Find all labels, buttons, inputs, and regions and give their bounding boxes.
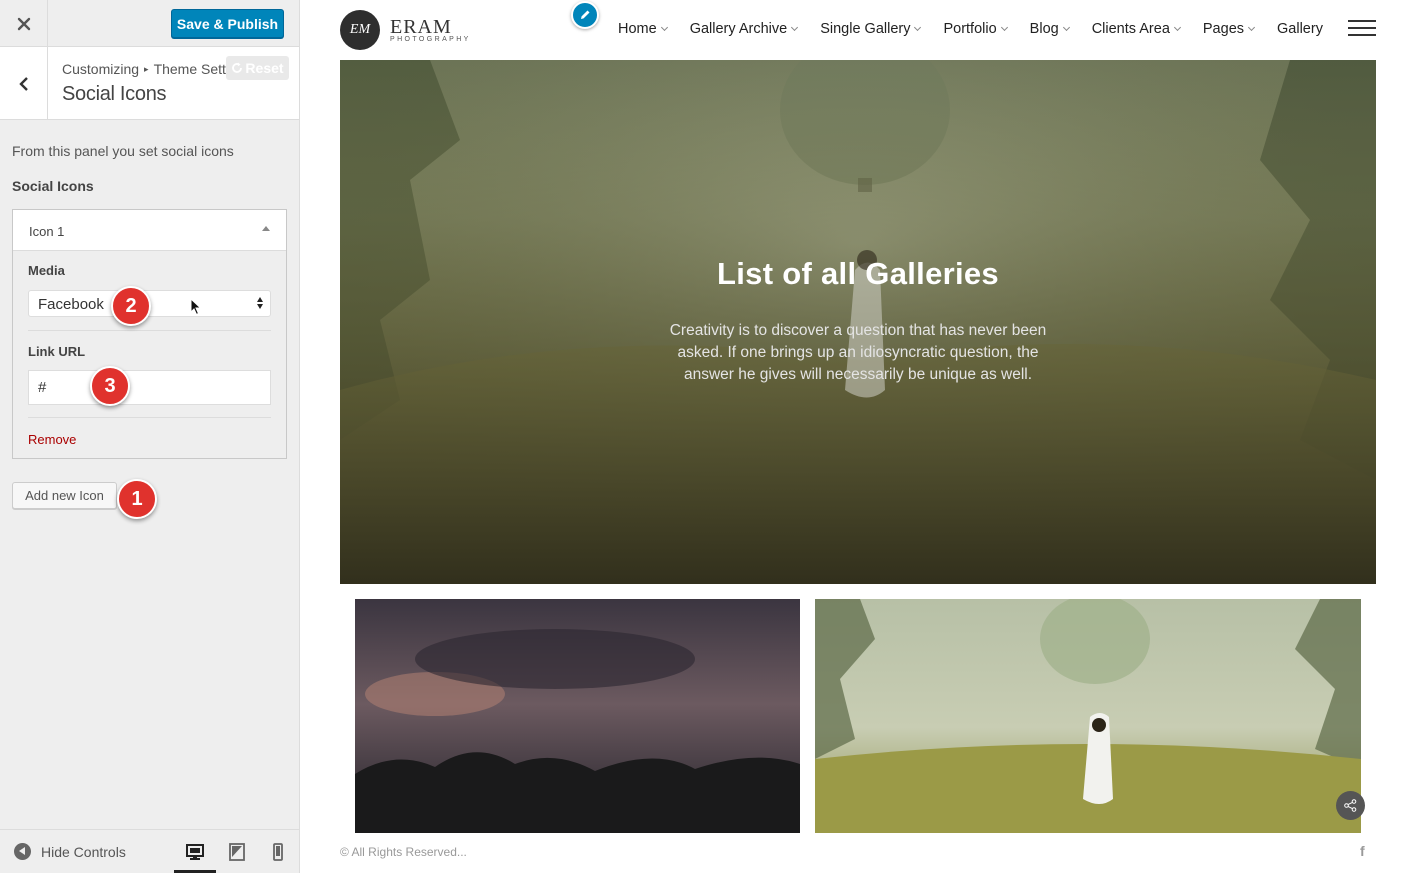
divider [28, 330, 271, 331]
add-new-icon-button[interactable]: Add new Icon [12, 482, 117, 509]
nav-label: Pages [1202, 21, 1245, 37]
remove-link[interactable]: Remove [28, 432, 76, 447]
annotation-badge-3: 3 [90, 366, 130, 406]
nav-item-home[interactable]: Home [618, 21, 668, 37]
nav-label: Clients Area [1091, 21, 1170, 37]
main-nav: Home Gallery Archive Single Gallery Port… [618, 21, 1346, 37]
gallery-thumbnail[interactable] [815, 599, 1361, 833]
edit-pencil-icon[interactable] [571, 1, 599, 29]
facebook-icon[interactable]: f [1360, 843, 1365, 859]
hamburger-menu-icon[interactable] [1348, 20, 1376, 37]
link-url-input[interactable] [28, 370, 271, 405]
site-preview: EM ERAM PHOTOGRAPHY Home Gallery Archive… [300, 0, 1416, 873]
breadcrumb: Customizing ▸ Theme Settings [62, 61, 252, 77]
nav-label: Single Gallery [820, 21, 911, 37]
select-arrows-icon [257, 296, 264, 311]
nav-label: Gallery [1277, 21, 1323, 37]
hero-description: Creativity is to discover a question tha… [669, 322, 1047, 383]
chevron-down-icon [660, 23, 668, 32]
nav-item-gallery[interactable]: Gallery [1277, 21, 1323, 37]
panel-heading: Social Icons [12, 178, 94, 194]
breadcrumb-separator: ▸ [144, 64, 149, 74]
reset-label: Reset [245, 60, 284, 76]
nav-item-clients-area[interactable]: Clients Area [1091, 21, 1181, 37]
annotation-badge-2: 2 [111, 286, 151, 326]
hero-banner: List of all Galleries Creativity is to d… [340, 60, 1376, 584]
chevron-down-icon [914, 23, 922, 32]
media-select-value: Facebook [38, 296, 104, 313]
nav-label: Blog [1029, 21, 1059, 37]
divider [28, 417, 271, 418]
section-title: Social Icons [62, 83, 167, 105]
collapse-arrow-icon [14, 843, 31, 860]
site-logo[interactable]: EM ERAM PHOTOGRAPHY [340, 10, 471, 50]
panel-description: From this panel you set social icons [12, 143, 234, 159]
section-header: Customizing ▸ Theme Settings Social Icons … [0, 47, 299, 120]
customizer-header-bar: Save & Publish [0, 0, 299, 47]
repeater-item-header[interactable]: Icon 1 [13, 210, 286, 251]
hide-controls-label: Hide Controls [41, 843, 126, 860]
footer-copyright: © All Rights Reserved... [340, 845, 467, 859]
logo-monogram: EM [340, 10, 380, 50]
logo-tagline: PHOTOGRAPHY [390, 35, 471, 43]
foggy-field-image [815, 599, 1361, 833]
chevron-down-icon [791, 23, 799, 32]
reset-button[interactable]: Reset [226, 56, 289, 80]
chevron-down-icon [1247, 23, 1256, 32]
reset-icon [232, 62, 243, 73]
nav-item-pages[interactable]: Pages [1202, 21, 1256, 37]
logo-name: ERAM [390, 15, 452, 38]
link-url-label: Link URL [28, 344, 86, 359]
nav-item-blog[interactable]: Blog [1029, 21, 1070, 37]
gallery-thumbnail[interactable] [355, 599, 800, 833]
annotation-badge-1: 1 [117, 479, 157, 519]
tablet-icon[interactable] [227, 842, 247, 862]
back-arrow-icon[interactable] [0, 47, 48, 120]
mobile-icon[interactable] [268, 842, 288, 862]
social-icon-repeater-item: Icon 1 Media Facebook Link URL Remove [12, 209, 287, 459]
nav-item-gallery-archive[interactable]: Gallery Archive [689, 21, 799, 37]
customizer-footer: Hide Controls [0, 829, 299, 873]
breadcrumb-root: Customizing [62, 61, 140, 77]
hide-controls-button[interactable]: Hide Controls [14, 843, 126, 860]
mouse-cursor-icon [190, 298, 202, 316]
customizer-sidebar: Save & Publish Customizing ▸ Theme Setting… [0, 0, 300, 873]
hero-title: List of all Galleries [717, 256, 999, 291]
desktop-icon[interactable] [185, 842, 205, 862]
nav-item-single-gallery[interactable]: Single Gallery [820, 21, 922, 37]
share-icon[interactable] [1336, 791, 1365, 820]
repeater-item-title: Icon 1 [29, 224, 65, 239]
storm-sky-image [355, 599, 800, 833]
chevron-down-icon [1062, 23, 1070, 32]
chevron-down-icon [1173, 23, 1181, 32]
nav-label: Portfolio [943, 21, 997, 37]
close-icon[interactable] [0, 0, 48, 47]
save-publish-button[interactable]: Save & Publish [171, 9, 284, 38]
nav-label: Gallery Archive [689, 21, 788, 37]
nav-item-portfolio[interactable]: Portfolio [943, 21, 1008, 37]
collapse-caret-icon[interactable] [262, 226, 270, 231]
media-label: Media [28, 263, 65, 278]
chevron-down-icon [1000, 23, 1008, 32]
nav-label: Home [618, 21, 657, 37]
